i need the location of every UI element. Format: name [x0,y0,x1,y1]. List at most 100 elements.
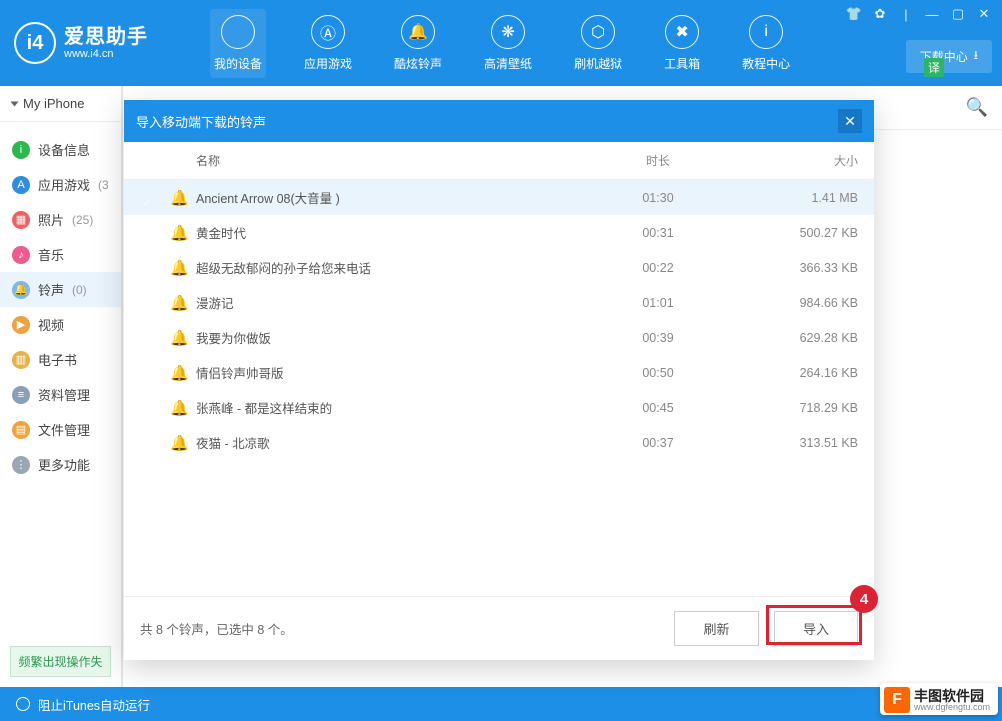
nav-label: 工具箱 [664,55,700,72]
sidebar-item-icon: ▤ [12,421,30,439]
sidebar-item[interactable]: ▶ 视频 [0,307,121,342]
sidebar-item[interactable]: i 设备信息 [0,132,121,167]
row-duration: 00:39 [578,331,738,345]
selection-summary: 共 8 个铃声，已选中 8 个。 [140,619,293,638]
close-button[interactable]: ✕ [976,6,992,22]
table-row[interactable]: 🔔夜猫 - 北凉歌00:37313.51 KB [124,425,874,460]
annotation-badge: 4 [850,585,878,613]
sidebar-item-label: 资料管理 [38,385,90,404]
watermark: F 丰图软件园 www.dgfengtu.com [880,683,998,715]
column-duration[interactable]: 时长 [578,152,738,169]
nav-item-4[interactable]: ⬡刷机越狱 [570,9,626,78]
minimize-button[interactable]: — [924,6,940,22]
table-row[interactable]: 🔔漫游记01:01984.66 KB [124,285,874,320]
nav-label: 高清壁纸 [484,55,532,72]
table-row[interactable]: 🔔我要为你做饭00:39629.28 KB [124,320,874,355]
sidebar-item-icon: 🔔 [12,281,30,299]
settings-icon[interactable]: ✿ [872,6,888,22]
translate-badge[interactable]: 译 [924,58,944,77]
sidebar-item-icon: ▶ [12,316,30,334]
nav-icon: ⬡ [581,15,615,49]
table-row[interactable]: 🔔 黄金时代00:31500.27 KB [124,215,874,250]
dialog-titlebar: 导入移动端下载的铃声 ✕ [124,100,874,142]
sidebar-item[interactable]: ≡ 资料管理 [0,377,121,412]
watermark-title: 丰图软件园 [914,689,990,703]
sidebar-item[interactable]: 🔔铃声 (0) [0,272,121,307]
table-row[interactable]: 🔔情侣铃声帅哥版00:50264.16 KB [124,355,874,390]
import-ringtones-dialog: 导入移动端下载的铃声 ✕ 名称 时长 大小 🔔 Ancient Arrow 08(… [124,100,874,660]
bell-icon: 🔔 [170,225,189,242]
brand-logo: i4 [14,22,56,64]
sidebar-item[interactable]: ▤文件管理 [0,412,121,447]
sidebar-item[interactable]: ▥电子书 [0,342,121,377]
sidebar-item[interactable]: A应用游戏 (3 [0,167,121,202]
row-duration: 00:31 [578,226,738,240]
sidebar-item[interactable]: ⋮更多功能 [0,447,121,482]
warning-button[interactable]: 频繁出现操作失 [10,646,111,677]
row-name: 张燕峰 - 都是这样结束的 [196,398,578,417]
sidebar-item-label: 音乐 [38,245,64,264]
chevron-down-icon [11,101,19,106]
sidebar-item[interactable]: ♪ 音乐 [0,237,121,272]
nav-icon: ❋ [491,15,525,49]
sidebar-item-icon: ▦ [12,211,30,229]
refresh-button[interactable]: 刷新 [674,611,758,646]
row-name: 黄金时代 [196,223,578,242]
nav-icon: ✖ [665,15,699,49]
row-size: 264.16 KB [738,366,858,380]
status-left-text[interactable]: 阻止iTunes自动运行 [38,695,150,714]
nav-item-0[interactable]: 我的设备 [210,9,266,78]
shirt-icon[interactable]: 👕 [846,6,862,22]
status-bar: 阻止iTunes自动运行 版本号 [0,687,1002,721]
column-size[interactable]: 大小 [738,152,858,169]
nav-item-1[interactable]: Ⓐ应用游戏 [300,9,356,78]
device-selector[interactable]: My iPhone [0,86,121,122]
nav-item-3[interactable]: ❋ 高清壁纸 [480,9,536,78]
row-duration: 01:30 [578,191,738,205]
sidebar-item-label: 电子书 [38,350,77,369]
app-header: i4 爱思助手 www.i4.cn 我的设备Ⓐ应用游戏🔔酷炫铃声❋高清壁纸⬡刷机… [0,0,1002,86]
nav-icon: i [749,15,783,49]
sidebar-item-icon: ≡ [12,386,30,404]
sidebar-item-count: (25) [72,213,93,227]
nav-icon: 🔔 [401,15,435,49]
row-size: 366.33 KB [738,261,858,275]
row-name: 超级无敌郁闷的孙子给您来电话 [196,258,578,277]
sidebar-item-icon: i [12,141,30,159]
nav-label: 酷炫铃声 [394,55,442,72]
row-name: 漫游记 [196,293,578,312]
sidebar-item-label: 视频 [38,315,64,334]
dialog-close-button[interactable]: ✕ [838,109,862,133]
divider: | [898,6,914,22]
table-row[interactable]: 🔔 超级无敌郁闷的孙子给您来电话00:22366.33 KB [124,250,874,285]
row-duration: 01:01 [578,296,738,310]
bell-icon: 🔔 [170,260,189,277]
column-name[interactable]: 名称 [196,152,578,169]
sidebar-item-label: 更多功能 [38,455,90,474]
row-duration: 00:50 [578,366,738,380]
table-row[interactable]: 🔔Ancient Arrow 08(大音量 )01:301.41 MB [124,180,874,215]
row-size: 500.27 KB [738,226,858,240]
import-button[interactable]: 导入 [774,611,858,646]
nav-item-2[interactable]: 🔔 酷炫铃声 [390,9,446,78]
nav-item-6[interactable]: i教程中心 [738,9,794,78]
maximize-button[interactable]: ▢ [950,6,966,22]
nav-label: 应用游戏 [304,55,352,72]
table-row[interactable]: 🔔张燕峰 - 都是这样结束的00:45718.29 KB [124,390,874,425]
sidebar-item-icon: ♪ [12,246,30,264]
download-center-button[interactable]: 下载中心 ⭳ [906,40,992,73]
nav-item-5[interactable]: ✖ 工具箱 [660,9,704,78]
sidebar-item[interactable]: ▦照片 (25) [0,202,121,237]
bell-icon: 🔔 [170,190,189,207]
watermark-logo: F [884,687,910,713]
row-size: 718.29 KB [738,401,858,415]
row-name: Ancient Arrow 08(大音量 ) [196,188,578,207]
watermark-url: www.dgfengtu.com [914,703,990,712]
row-duration: 00:22 [578,261,738,275]
search-icon[interactable]: 🔍 [966,97,988,118]
sidebar-item-label: 设备信息 [38,140,90,159]
sidebar-item-count: (3 [98,178,109,192]
sidebar-item-label: 应用游戏 [38,175,90,194]
download-icon: ⭳ [974,46,978,67]
sidebar-item-count: (0) [72,283,87,297]
